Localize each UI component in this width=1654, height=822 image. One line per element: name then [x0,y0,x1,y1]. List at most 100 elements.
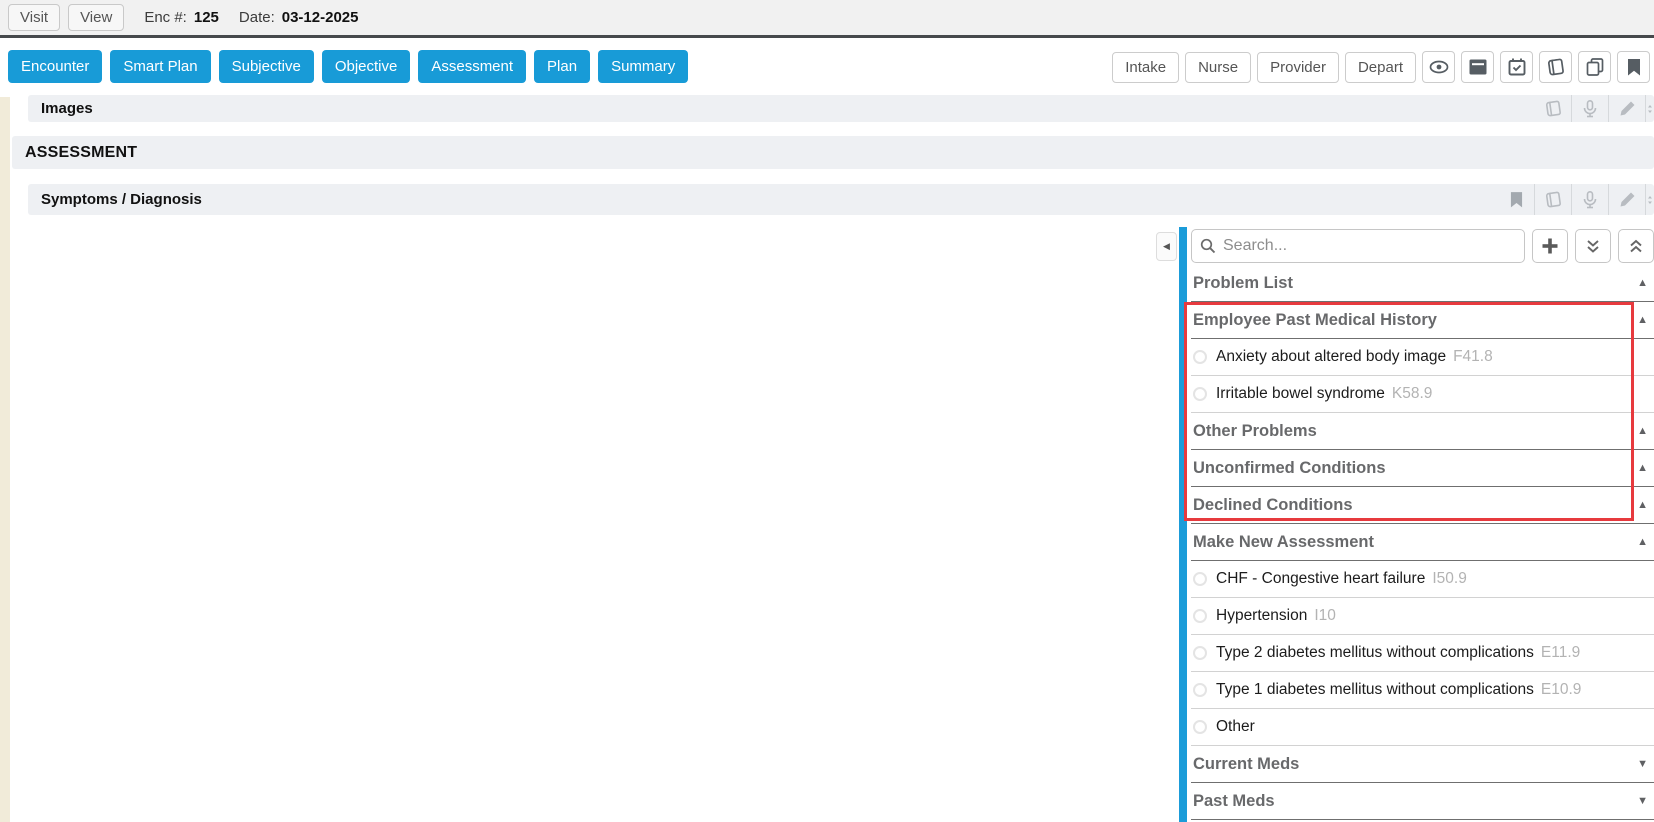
icd-code: E10.9 [1541,681,1582,699]
copy-button[interactable] [1578,51,1611,83]
expand-arrow-icon[interactable]: ▼ [1637,795,1648,807]
section-header-problem-list[interactable]: Problem List ▲ [1191,265,1654,302]
calendar-check-button[interactable] [1500,51,1533,83]
collapse-arrow-icon[interactable]: ▲ [1637,277,1648,289]
tab-encounter[interactable]: Encounter [8,50,102,83]
section-header-declined-conditions[interactable]: Declined Conditions ▲ [1191,487,1654,524]
diagnosis-item-chf[interactable]: CHF - Congestive heart failure I50.9 [1191,561,1654,598]
bookmark-icon [1627,59,1641,76]
provider-button[interactable]: Provider [1257,52,1339,83]
collapse-arrow-icon[interactable]: ▲ [1637,462,1648,474]
tab-subjective[interactable]: Subjective [219,50,314,83]
date-value: 03-12-2025 [282,9,359,26]
diagnosis-item-type1-diabetes[interactable]: Type 1 diabetes mellitus without complic… [1191,672,1654,709]
assessment-section-title: ASSESSMENT [25,144,137,162]
expand-icon [1646,184,1654,215]
panel-accent-bar [1179,227,1187,822]
microphone-icon[interactable] [1572,184,1608,215]
book-icon[interactable] [1535,95,1571,122]
section-header-employee-past-medical-history[interactable]: Employee Past Medical History ▲ [1191,302,1654,339]
symptoms-diagnosis-title: Symptoms / Diagnosis [41,191,202,208]
section-header-make-new-assessment[interactable]: Make New Assessment ▲ [1191,524,1654,561]
archive-button[interactable] [1461,51,1494,83]
expand-arrow-icon[interactable]: ▼ [1637,758,1648,770]
section-header-label: Make New Assessment [1193,533,1374,552]
section-header-unconfirmed-conditions[interactable]: Unconfirmed Conditions ▲ [1191,450,1654,487]
images-section-title: Images [41,100,93,117]
plus-icon [1541,237,1559,255]
eye-icon [1429,60,1449,74]
bookmark-button[interactable] [1617,51,1650,83]
book-button[interactable] [1539,51,1572,83]
encounter-number-label: Enc #: [144,9,187,26]
chevron-left-icon: ◀ [1163,241,1170,252]
depart-button[interactable]: Depart [1345,52,1416,83]
add-diagnosis-button[interactable] [1532,229,1568,263]
diagnosis-item-hypertension[interactable]: Hypertension I10 [1191,598,1654,635]
copy-icon [1586,58,1604,76]
radio-icon[interactable] [1193,387,1207,401]
symptoms-diagnosis-section-bar: Symptoms / Diagnosis [28,184,1654,215]
eye-button[interactable] [1422,51,1455,83]
radio-icon[interactable] [1193,720,1207,734]
double-chevron-down-icon [1585,239,1601,254]
tab-objective[interactable]: Objective [322,50,411,83]
tab-plan[interactable]: Plan [534,50,590,83]
radio-icon[interactable] [1193,683,1207,697]
search-box[interactable] [1191,229,1525,263]
search-icon [1200,238,1216,254]
view-button[interactable]: View [68,4,124,31]
section-header-past-meds[interactable]: Past Meds ▼ [1191,783,1654,820]
section-header-label: Past Meds [1193,792,1275,811]
images-section-bar: Images [28,95,1654,122]
book-icon[interactable] [1535,184,1571,215]
diagnosis-label: Type 1 diabetes mellitus without complic… [1216,681,1534,699]
collapse-arrow-icon[interactable]: ▲ [1637,425,1648,437]
collapse-all-button[interactable] [1575,229,1611,263]
tab-assessment[interactable]: Assessment [418,50,526,83]
search-input[interactable] [1223,237,1516,255]
pencil-icon[interactable] [1609,95,1645,122]
diagnosis-label: Type 2 diabetes mellitus without complic… [1216,644,1534,662]
section-header-label: Other Problems [1193,422,1317,441]
double-chevron-up-icon [1628,239,1644,254]
panel-collapse-button[interactable]: ◀ [1156,232,1177,261]
diagnosis-label: Irritable bowel syndrome [1216,385,1385,403]
expand-icon [1646,95,1654,122]
pencil-icon[interactable] [1609,184,1645,215]
collapse-arrow-icon[interactable]: ▲ [1637,314,1648,326]
icd-code: I50.9 [1432,570,1466,588]
section-header-label: Current Meds [1193,755,1299,774]
radio-icon[interactable] [1193,350,1207,364]
calendar-check-icon [1508,58,1526,76]
diagnosis-item-type2-diabetes[interactable]: Type 2 diabetes mellitus without complic… [1191,635,1654,672]
tab-summary[interactable]: Summary [598,50,688,83]
diagnosis-label: CHF - Congestive heart failure [1216,570,1425,588]
icd-code: F41.8 [1453,348,1493,366]
section-header-other-problems[interactable]: Other Problems ▲ [1191,413,1654,450]
tab-smart-plan[interactable]: Smart Plan [110,50,210,83]
symptoms-section-icons [1498,184,1654,215]
left-edge-strip [0,97,10,822]
bookmark-icon[interactable] [1498,184,1534,215]
collapse-arrow-icon[interactable]: ▲ [1637,499,1648,511]
section-header-label: Problem List [1193,274,1293,293]
diagnosis-item-ibs[interactable]: Irritable bowel syndrome K58.9 [1191,376,1654,413]
radio-icon[interactable] [1193,609,1207,623]
expand-all-button[interactable] [1618,229,1654,263]
radio-icon[interactable] [1193,572,1207,586]
microphone-icon[interactable] [1572,95,1608,122]
panel-search-row [1191,229,1654,263]
diagnosis-item-anxiety[interactable]: Anxiety about altered body image F41.8 [1191,339,1654,376]
problem-list-panel: Problem List ▲ Employee Past Medical His… [1191,265,1654,820]
intake-button[interactable]: Intake [1112,52,1179,83]
chart-tabs: Encounter Smart Plan Subjective Objectiv… [8,50,688,83]
collapse-arrow-icon[interactable]: ▲ [1637,536,1648,548]
visit-button[interactable]: Visit [8,4,60,31]
section-header-current-meds[interactable]: Current Meds ▼ [1191,746,1654,783]
nurse-button[interactable]: Nurse [1185,52,1251,83]
radio-icon[interactable] [1193,646,1207,660]
diagnosis-item-other[interactable]: Other [1191,709,1654,746]
diagnosis-label: Anxiety about altered body image [1216,348,1446,366]
section-header-label: Unconfirmed Conditions [1193,459,1386,478]
